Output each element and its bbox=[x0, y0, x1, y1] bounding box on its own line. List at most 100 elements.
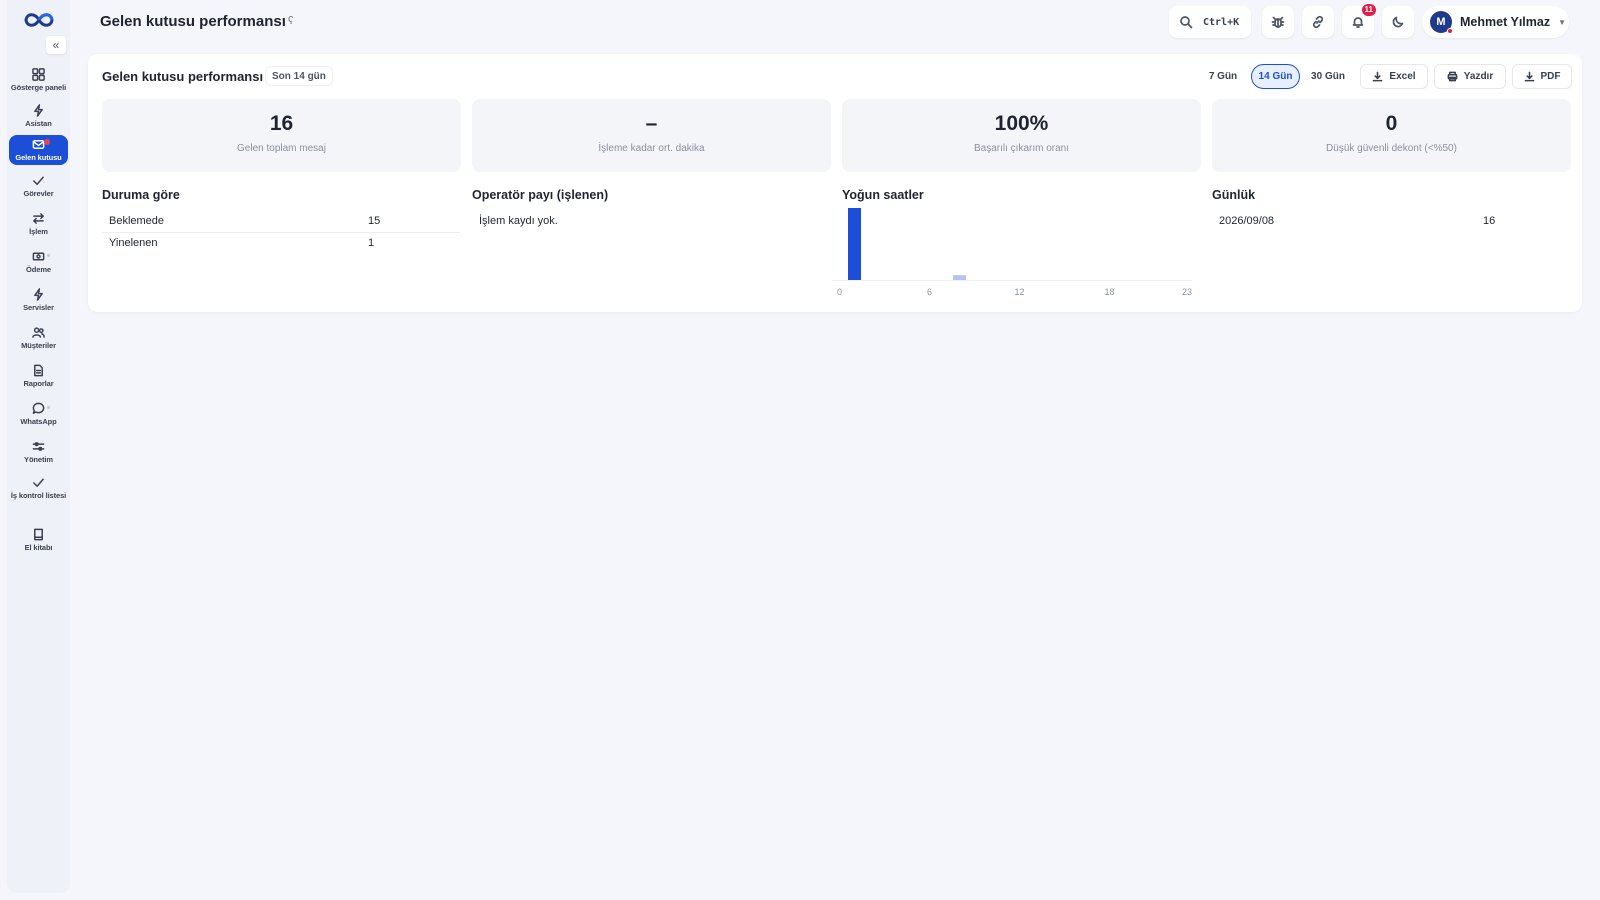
x-tick-label: 12 bbox=[1014, 287, 1024, 297]
moon-icon bbox=[1392, 16, 1404, 28]
stat-value: 0 bbox=[1385, 112, 1398, 135]
status-dot bbox=[1447, 28, 1453, 34]
hour-bar-1 bbox=[848, 208, 861, 280]
sidebar-item-label: Gelen kutusu bbox=[15, 153, 62, 162]
sidebar-item-services[interactable]: Servisler bbox=[9, 286, 68, 314]
search-icon bbox=[1180, 16, 1193, 29]
payment-icon bbox=[32, 252, 45, 261]
user-name: Mehmet Yılmaz bbox=[1460, 15, 1551, 29]
sidebar-item-label: Yönetim bbox=[24, 455, 53, 464]
search-shortcut: Ctrl+K bbox=[1203, 16, 1240, 28]
sidebar-item-label: Müşteriler bbox=[21, 341, 56, 350]
range-chip: Son 14 gün bbox=[265, 66, 333, 86]
export-excel-button[interactable]: Excel bbox=[1360, 64, 1428, 89]
x-tick-label: 6 bbox=[927, 287, 932, 297]
sidebar-item-payment[interactable]: Ödeme bbox=[9, 248, 68, 276]
busy-hours-title: Yoğun saatler bbox=[842, 188, 924, 202]
sidebar-item-label: İşlem bbox=[29, 227, 48, 236]
stat-total-messages: 16 Gelen toplam mesaj bbox=[102, 99, 461, 172]
avatar: M bbox=[1430, 11, 1453, 34]
hour-bar-8 bbox=[953, 275, 966, 280]
theme-toggle-button[interactable] bbox=[1382, 6, 1414, 38]
status-row-value: 1 bbox=[368, 237, 375, 249]
stat-value: 16 bbox=[269, 112, 294, 135]
link-icon bbox=[1312, 15, 1324, 29]
daily-row-date: 2026/09/08 bbox=[1219, 215, 1275, 227]
export-pdf-label: PDF bbox=[1540, 71, 1561, 82]
dashboard-grid-icon bbox=[32, 68, 45, 81]
indicator-dot bbox=[47, 406, 50, 409]
operator-share-title: Operatör payı (işlenen) bbox=[472, 188, 609, 202]
status-row-label: Yinelenen bbox=[109, 237, 158, 249]
bolt-icon bbox=[34, 288, 43, 301]
x-tick-label: 0 bbox=[837, 287, 842, 297]
stat-value: – bbox=[645, 112, 658, 135]
inbox-performance-card: Gelen kutusu performansı Son 14 gün 7 Gü… bbox=[88, 54, 1582, 312]
sidebar-item-checklist[interactable]: İş kontrol listesi bbox=[9, 474, 68, 502]
stat-low-confidence-receipts: 0 Düşük güvenli dekont (<%50) bbox=[1212, 99, 1571, 172]
collapse-sidebar-button[interactable]: « bbox=[46, 36, 66, 54]
range-14-days-button[interactable]: 14 Gün bbox=[1251, 64, 1300, 89]
sidebar-item-label: WhatsApp bbox=[20, 417, 57, 426]
chevron-down-icon: ▼ bbox=[1558, 17, 1566, 27]
stat-caption: Başarılı çıkarım oranı bbox=[973, 143, 1070, 154]
operator-share-empty: İşlem kaydı yok. bbox=[479, 215, 558, 227]
bolt-icon bbox=[34, 104, 43, 117]
check-icon bbox=[33, 176, 44, 185]
stat-value: 100% bbox=[994, 112, 1049, 135]
users-icon bbox=[32, 327, 45, 338]
transfer-icon bbox=[33, 213, 44, 224]
daily-row-value: 16 bbox=[1483, 215, 1496, 227]
sidebar-item-inbox[interactable]: Gelen kutusu bbox=[9, 135, 68, 165]
export-pdf-button[interactable]: PDF bbox=[1512, 64, 1572, 89]
sidebar-item-label: Görevler bbox=[23, 189, 54, 198]
book-icon bbox=[34, 528, 43, 541]
sidebar-item-label: El kitabı bbox=[24, 543, 53, 552]
stat-caption: Düşük güvenli dekont (<%50) bbox=[1326, 143, 1457, 154]
notifications-button[interactable]: 11 bbox=[1342, 4, 1376, 38]
sidebar-item-handbook[interactable]: El kitabı bbox=[9, 526, 68, 554]
status-row-value: 15 bbox=[368, 215, 381, 227]
daily-title: Günlük bbox=[1212, 188, 1256, 202]
sidebar-item-transactions[interactable]: İşlem bbox=[9, 210, 68, 238]
card-title: Gelen kutusu performansı bbox=[102, 69, 264, 84]
x-tick-label: 18 bbox=[1104, 287, 1114, 297]
infinity-logo-icon[interactable] bbox=[21, 10, 57, 30]
title-info-icon[interactable]: ʕ bbox=[288, 15, 294, 27]
busy-hours-chart: 0 6 12 18 23 bbox=[832, 208, 1192, 297]
row-divider bbox=[102, 232, 460, 233]
sidebar-item-dashboard[interactable]: Gösterge paneli bbox=[9, 64, 68, 96]
print-label: Yazdır bbox=[1463, 71, 1494, 82]
sliders-icon bbox=[32, 442, 45, 451]
print-button[interactable]: Yazdır bbox=[1434, 64, 1506, 89]
sidebar-item-customers[interactable]: Müşteriler bbox=[9, 324, 68, 352]
by-status-title: Duruma göre bbox=[102, 188, 180, 202]
sidebar-item-whatsapp[interactable]: WhatsApp bbox=[9, 400, 68, 428]
x-tick-label: 23 bbox=[1182, 287, 1192, 297]
range-30-days-button[interactable]: 30 Gün bbox=[1306, 64, 1350, 89]
user-menu-button[interactable]: M Mehmet Yılmaz ▼ bbox=[1422, 6, 1569, 38]
stat-avg-processing-minutes: – İşleme kadar ort. dakika bbox=[472, 99, 831, 172]
chat-icon bbox=[32, 402, 45, 414]
bug-report-button[interactable] bbox=[1262, 6, 1294, 38]
sidebar-item-assistant[interactable]: Asistan bbox=[9, 100, 68, 132]
sidebar-item-label: Servisler bbox=[23, 303, 54, 312]
stat-caption: İşleme kadar ort. dakika bbox=[598, 143, 705, 154]
sidebar-item-tasks[interactable]: Görevler bbox=[9, 172, 68, 200]
search-button[interactable]: Ctrl+K bbox=[1169, 6, 1251, 38]
sidebar-item-management[interactable]: Yönetim bbox=[9, 438, 68, 466]
link-button[interactable] bbox=[1302, 6, 1334, 38]
sidebar: « Gösterge paneli Asistan Gelen kutusu G… bbox=[7, 0, 70, 893]
sidebar-item-label: Raporlar bbox=[23, 379, 54, 388]
range-7-days-button[interactable]: 7 Gün bbox=[1204, 64, 1242, 89]
bell-icon bbox=[1352, 17, 1364, 28]
indicator-dot bbox=[47, 254, 50, 257]
check-icon bbox=[33, 478, 44, 487]
avatar-initial: M bbox=[1436, 16, 1446, 28]
stat-caption: Gelen toplam mesaj bbox=[237, 143, 326, 154]
sidebar-item-label: Gösterge paneli bbox=[10, 83, 67, 92]
printer-icon bbox=[1447, 71, 1458, 82]
download-icon bbox=[1524, 71, 1534, 82]
sidebar-item-reports[interactable]: Raporlar bbox=[9, 362, 68, 390]
inbox-icon bbox=[32, 140, 45, 149]
